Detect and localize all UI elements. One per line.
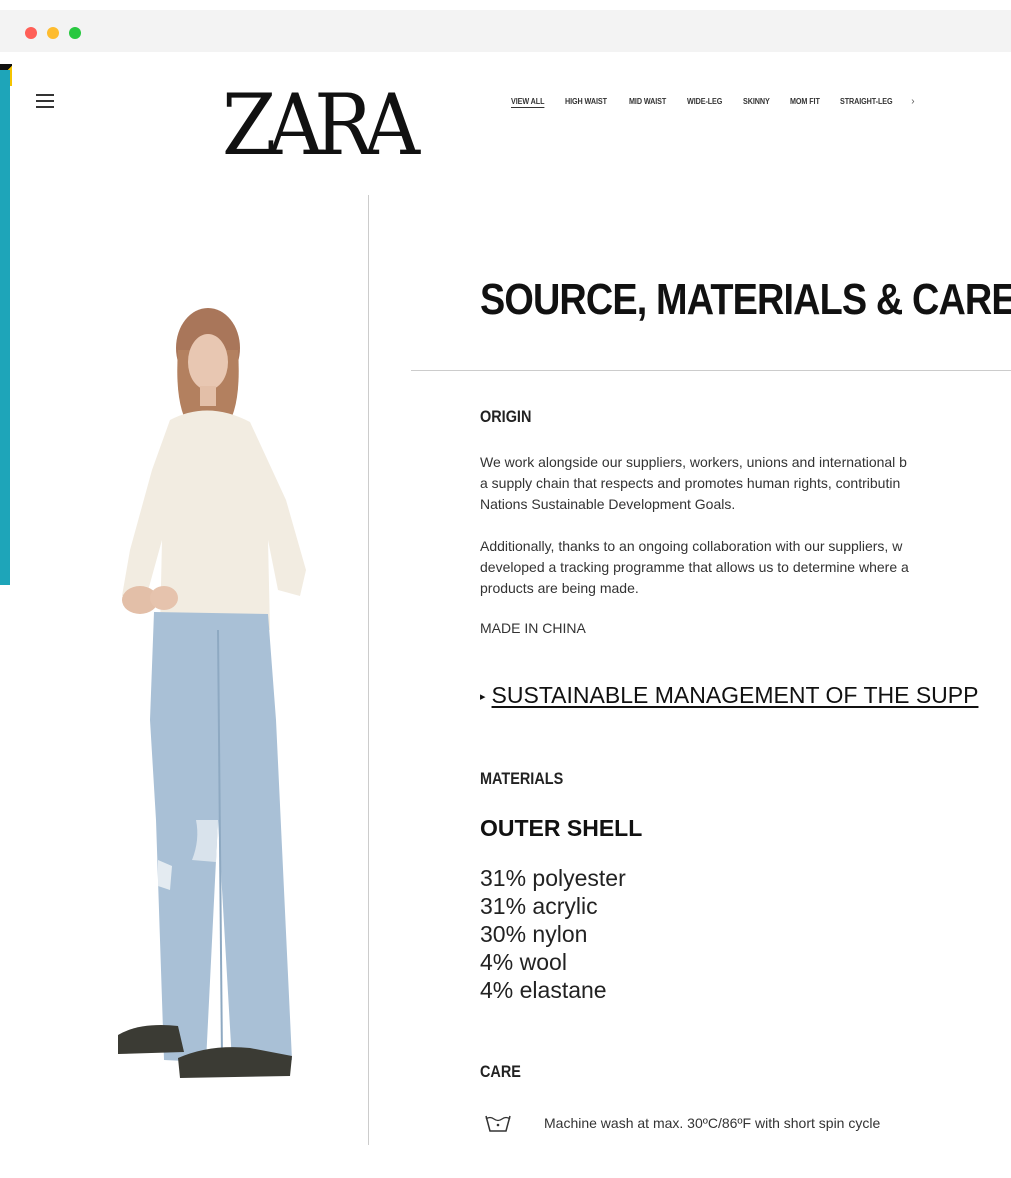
heading-divider [411,370,1011,371]
origin-paragraph-2-line: developed a tracking programme that allo… [480,559,909,575]
care-label: CARE [480,1062,521,1081]
composition-item: 31% acrylic [480,893,598,919]
hamburger-menu-icon[interactable] [36,94,54,108]
origin-paragraph-2: Additionally, thanks to an ongoing colla… [480,536,1011,599]
nav-item-high-waist[interactable]: HIGH WAIST [565,97,607,106]
composition-list: 31% polyester 31% acrylic 30% nylon 4% w… [480,864,626,1004]
origin-paragraph-1-line: a supply chain that respects and promote… [480,475,901,491]
origin-paragraph-1-line: Nations Sustainable Development Goals. [480,496,736,512]
triangle-right-icon: ▸ [480,691,486,704]
nav-item-view-all[interactable]: VIEW ALL [511,97,545,106]
sustainable-management-link-label[interactable]: SUSTAINABLE MANAGEMENT OF THE SUPP [492,682,979,708]
composition-item: 4% elastane [480,977,607,1003]
chevron-right-icon[interactable]: › [911,96,914,107]
zara-logo[interactable]: ZARA [222,80,420,170]
nav-item-skinny[interactable]: SKINNY [743,97,770,106]
care-item: Machine wash at max. 30ºC/86ºF with shor… [484,1112,880,1134]
origin-label: ORIGIN [480,407,532,426]
composition-item: 30% nylon [480,921,588,947]
materials-label: MATERIALS [480,769,564,788]
care-instruction-text: Machine wash at max. 30ºC/86ºF with shor… [544,1115,881,1131]
outer-shell-label: OUTER SHELL [480,815,643,841]
category-nav: VIEW ALL HIGH WAIST MID WAIST WIDE-LEG S… [511,96,915,107]
sustainable-management-link[interactable]: ▸ SUSTAINABLE MANAGEMENT OF THE SUPP [480,682,1011,709]
page-title: SOURCE, MATERIALS & CARE [480,275,1011,324]
column-divider [368,195,369,1145]
origin-paragraph-1: We work alongside our suppliers, workers… [480,452,1011,515]
browser-title-bar [0,10,1011,52]
product-image[interactable] [100,300,340,1090]
background-window-strip [0,70,10,585]
nav-item-mid-waist[interactable]: MID WAIST [629,97,666,106]
window-minimize-button[interactable] [47,27,59,39]
window-close-button[interactable] [25,27,37,39]
window-zoom-button[interactable] [69,27,81,39]
origin-paragraph-1-line: We work alongside our suppliers, workers… [480,454,907,470]
composition-item: 4% wool [480,949,567,975]
made-in-label: MADE IN CHINA [480,620,586,636]
machine-wash-icon [485,1115,511,1132]
nav-item-mom-fit[interactable]: MOM FIT [790,97,820,106]
origin-paragraph-2-line: Additionally, thanks to an ongoing colla… [480,538,903,554]
composition-item: 31% polyester [480,865,626,891]
nav-item-wide-leg[interactable]: WIDE-LEG [687,97,722,106]
origin-paragraph-2-line: products are being made. [480,580,639,596]
nav-item-straight-leg[interactable]: STRAIGHT-LEG [840,97,893,106]
